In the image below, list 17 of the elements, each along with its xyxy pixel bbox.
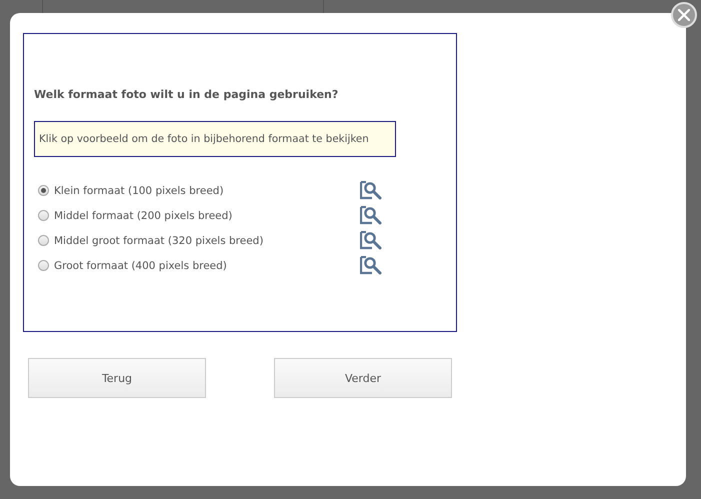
nav-button[interactable]: Verder [274,358,452,398]
preview-icon[interactable] [360,231,382,250]
option-label[interactable]: Klein formaat (100 pixels breed) [54,184,360,196]
radio-button[interactable] [38,185,49,196]
hint-box: Klik op voorbeeld om de foto in bijbehorend formaat te bekijken [34,121,396,157]
radio-button[interactable] [38,210,49,221]
preview-icon[interactable] [360,181,382,200]
option-label[interactable]: Middel formaat (200 pixels breed) [54,210,360,222]
question-text: Welk formaat foto wilt u in de pagina gebruiken? [34,88,340,101]
preview-icon[interactable] [360,256,382,275]
radio-button[interactable] [38,235,49,246]
preview-icon[interactable] [360,206,382,225]
nav-button[interactable]: Terug [28,358,206,398]
option-label[interactable]: Middel groot formaat (320 pixels breed) [54,234,360,246]
radio-button[interactable] [38,260,49,271]
option-label[interactable]: Groot formaat (400 pixels breed) [54,260,360,272]
close-icon [678,9,690,21]
